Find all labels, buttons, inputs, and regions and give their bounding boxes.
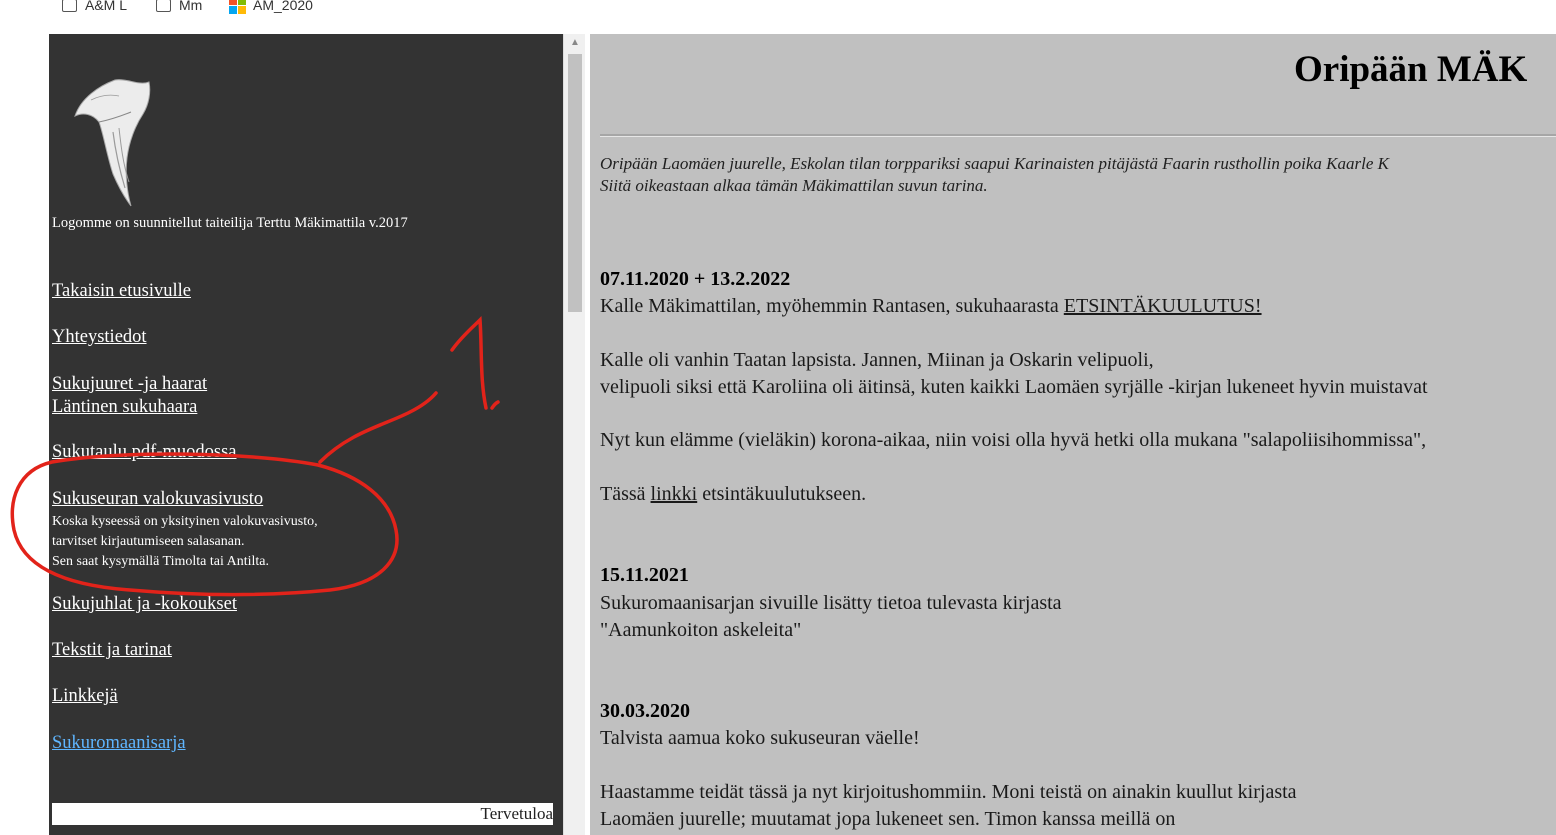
nav-link-contact[interactable]: Yhteystiedot (52, 327, 147, 348)
checkbox-icon (156, 0, 171, 12)
news-text: Kalle oli vanhin Taatan lapsista. Jannen… (600, 349, 1154, 371)
nav-link-links[interactable]: Linkkejä (52, 686, 118, 707)
sidebar-scrollbar[interactable]: ▲ (563, 34, 586, 835)
intro-line: Siitä oikeastaan alkaa tämän Mäkimattila… (600, 176, 988, 195)
windows-logo-icon (229, 0, 246, 14)
bookmark-label: Mm (179, 0, 203, 13)
news-text-span: etsintäkuulutukseen. (697, 483, 867, 505)
nav-link-roots[interactable]: Sukujuuret -ja haarat (52, 374, 207, 395)
intro-line: Oripään Laomäen juurelle, Eskolan tilan … (600, 154, 1389, 173)
bookmark-label: AM_2020 (253, 0, 313, 13)
logo-caption: Logomme on suunnitellut taiteilija Tertt… (52, 215, 408, 231)
news-text: "Aamunkoiton askeleita" (600, 619, 802, 641)
photo-site-note-line: Koska kyseessä on yksityinen valokuvasiv… (52, 514, 318, 529)
news-text-span: Kalle Mäkimattilan, myöhemmin Rantasen, … (600, 295, 1064, 317)
nav-link-events[interactable]: Sukujuhlat ja -kokoukset (52, 594, 237, 615)
bookmark-label: A&M L (85, 0, 128, 13)
page-title: Oripään MÄK (1294, 49, 1528, 90)
sidebar-frame: Logomme on suunnitellut taiteilija Tertt… (49, 34, 563, 835)
photo-site-note-line: Sen saat kysymällä Timolta tai Antilta. (52, 554, 269, 569)
bookmark-item[interactable]: AM_2020 (229, 0, 313, 16)
news-date: 07.11.2020 + 13.2.2022 (600, 268, 791, 290)
scroll-thumb[interactable] (568, 54, 582, 312)
news-text: Sukuromaanisarjan sivuille lisätty tieto… (600, 592, 1062, 614)
news-text: Haastamme teidät tässä ja nyt kirjoitush… (600, 781, 1297, 803)
browser-page: A&M L Mm AM_2020 Logomme on suunnitellut… (0, 0, 1556, 835)
news-text: Kalle Mäkimattilan, myöhemmin Rantasen, … (600, 295, 1262, 318)
main-content-frame: Oripään MÄK Oripään Laomäen juurelle, Es… (590, 34, 1556, 835)
news-text: Laomäen juurelle; muutamat jopa lukeneet… (600, 808, 1176, 830)
news-text: Talvista aamua koko sukuseuran väelle! (600, 727, 920, 749)
photo-site-note-line: tarvitset kirjautumiseen salasanan. (52, 534, 245, 549)
news-date: 15.11.2021 (600, 564, 689, 586)
nav-link-texts[interactable]: Tekstit ja tarinat (52, 640, 172, 661)
news-text: Tässä linkki etsintäkuulutukseen. (600, 483, 866, 506)
horizontal-rule (600, 134, 1556, 137)
news-text: Nyt kun elämme (vieläkin) korona-aikaa, … (600, 429, 1427, 451)
nav-link-photo-site[interactable]: Sukuseuran valokuvasivusto (52, 489, 263, 510)
nav-link-western-branch[interactable]: Läntinen sukuhaara (52, 397, 197, 418)
checkbox-icon (62, 0, 77, 12)
bookmark-item[interactable]: Mm (156, 0, 202, 16)
bookmark-item[interactable]: A&M L (62, 0, 127, 16)
nav-link-novel-series[interactable]: Sukuromaanisarja (52, 733, 186, 754)
welcome-marquee: Tervetuloa (52, 803, 553, 825)
marquee-text: Tervetuloa (480, 804, 553, 823)
nav-link-pdf-family-tree[interactable]: Sukutaulu pdf-muodossa (52, 442, 236, 463)
news-date: 30.03.2020 (600, 700, 690, 722)
news-text: velipuoli siksi että Karoliina oli äitin… (600, 376, 1428, 398)
wanted-notice-link[interactable]: ETSINTÄKUULUTUS! (1064, 295, 1262, 317)
bookmarks-bar: A&M L Mm AM_2020 (0, 0, 1556, 34)
nav-link-home[interactable]: Takaisin etusivulle (52, 281, 191, 302)
family-logo-icon (74, 79, 151, 207)
news-text-span: Tässä (600, 483, 651, 505)
notice-link[interactable]: linkki (651, 483, 698, 505)
scroll-up-arrow-icon[interactable]: ▲ (569, 38, 581, 48)
